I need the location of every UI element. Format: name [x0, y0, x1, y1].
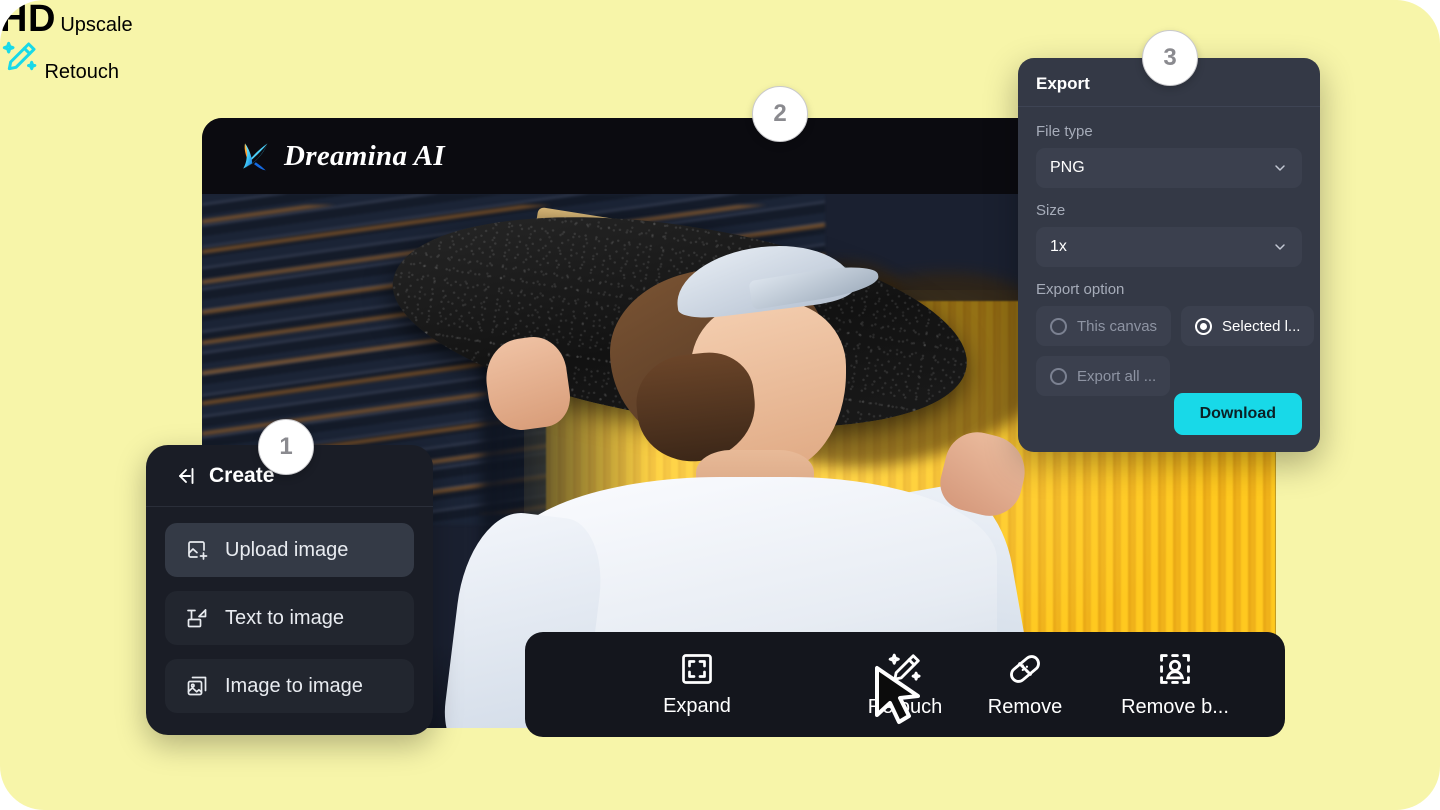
export-option-label-text: Export all ...	[1077, 367, 1157, 385]
download-button[interactable]: Download	[1173, 393, 1302, 435]
export-option-row-2: Export all ...	[1036, 356, 1302, 396]
tool-label: Retouch	[44, 61, 119, 83]
export-panel-body: File type PNG Size 1x Export option This…	[1018, 107, 1320, 396]
create-item-upload-image[interactable]: Upload image	[165, 523, 414, 577]
create-item-label: Text to image	[225, 606, 344, 629]
page-root: Dreamina AI Expand Retouch Remove Remove…	[0, 0, 1440, 810]
four-point-star-icon	[243, 143, 268, 171]
text-to-image-icon	[187, 609, 207, 628]
remove-background-icon	[1160, 654, 1190, 684]
tool-remove[interactable]: Remove	[973, 632, 1077, 737]
magic-pencil-icon	[2, 41, 37, 71]
file-type-value: PNG	[1050, 159, 1085, 176]
create-panel: Create Upload image Text to image Image …	[146, 445, 433, 735]
radio-selected-icon	[1195, 317, 1213, 335]
export-option-this-canvas[interactable]: This canvas	[1036, 306, 1172, 346]
image-to-image-icon	[187, 676, 207, 696]
export-option-label: Export option	[1036, 281, 1125, 298]
size-select[interactable]: 1x	[1036, 227, 1302, 267]
size-value: 1x	[1050, 238, 1067, 255]
radio-icon	[1050, 317, 1067, 335]
export-option-selected-layers[interactable]: Selected l...	[1181, 306, 1315, 346]
chevron-down-icon	[1275, 165, 1285, 171]
tool-label: Remove	[987, 696, 1063, 718]
export-option-label-text: This canvas	[1077, 317, 1158, 335]
create-options-list: Upload image Text to image Image to imag…	[146, 507, 433, 713]
create-panel-title: Create	[209, 463, 275, 487]
create-item-image-to-image[interactable]: Image to image	[165, 659, 414, 713]
chevron-down-icon	[1275, 244, 1285, 250]
collapse-left-icon[interactable]	[173, 464, 197, 488]
hd-icon: HD	[0, 0, 56, 40]
create-item-label: Upload image	[225, 538, 349, 561]
tool-label: Upscale	[60, 14, 133, 36]
tool-expand[interactable]: Expand	[645, 632, 749, 737]
size-label: Size	[1036, 202, 1066, 219]
file-type-label: File type	[1036, 123, 1093, 140]
step-badge-1: 1	[258, 419, 314, 475]
step-badge-2: 2	[752, 86, 808, 142]
magic-pencil-icon	[888, 653, 921, 681]
tool-upscale-highlighted[interactable]: HD Upscale	[0, 0, 1440, 38]
expand-icon	[682, 654, 712, 684]
radio-icon	[1050, 367, 1067, 385]
create-item-label: Image to image	[225, 674, 363, 697]
create-item-text-to-image[interactable]: Text to image	[165, 591, 414, 645]
tool-label: Retouch	[867, 696, 943, 718]
upload-image-icon	[188, 541, 208, 560]
step-badge-3: 3	[1142, 30, 1198, 86]
tool-label: Remove b...	[1121, 696, 1229, 718]
export-option-export-all[interactable]: Export all ...	[1036, 356, 1171, 396]
export-panel: Export File type PNG Size 1x Export opti…	[1018, 58, 1320, 452]
brand-name: Dreamina AI	[284, 139, 445, 172]
tool-label: Expand	[663, 695, 731, 717]
editing-tools-toolbar: Expand Retouch Remove Remove b...	[525, 632, 1285, 737]
tool-remove-background[interactable]: Remove b...	[1105, 632, 1245, 737]
bandage-icon	[1010, 655, 1040, 683]
file-type-select[interactable]: PNG	[1036, 148, 1302, 188]
export-option-label-text: Selected l...	[1222, 317, 1301, 335]
export-option-row-1: This canvas Selected l...	[1036, 306, 1315, 346]
tool-retouch[interactable]: Retouch	[853, 632, 957, 737]
